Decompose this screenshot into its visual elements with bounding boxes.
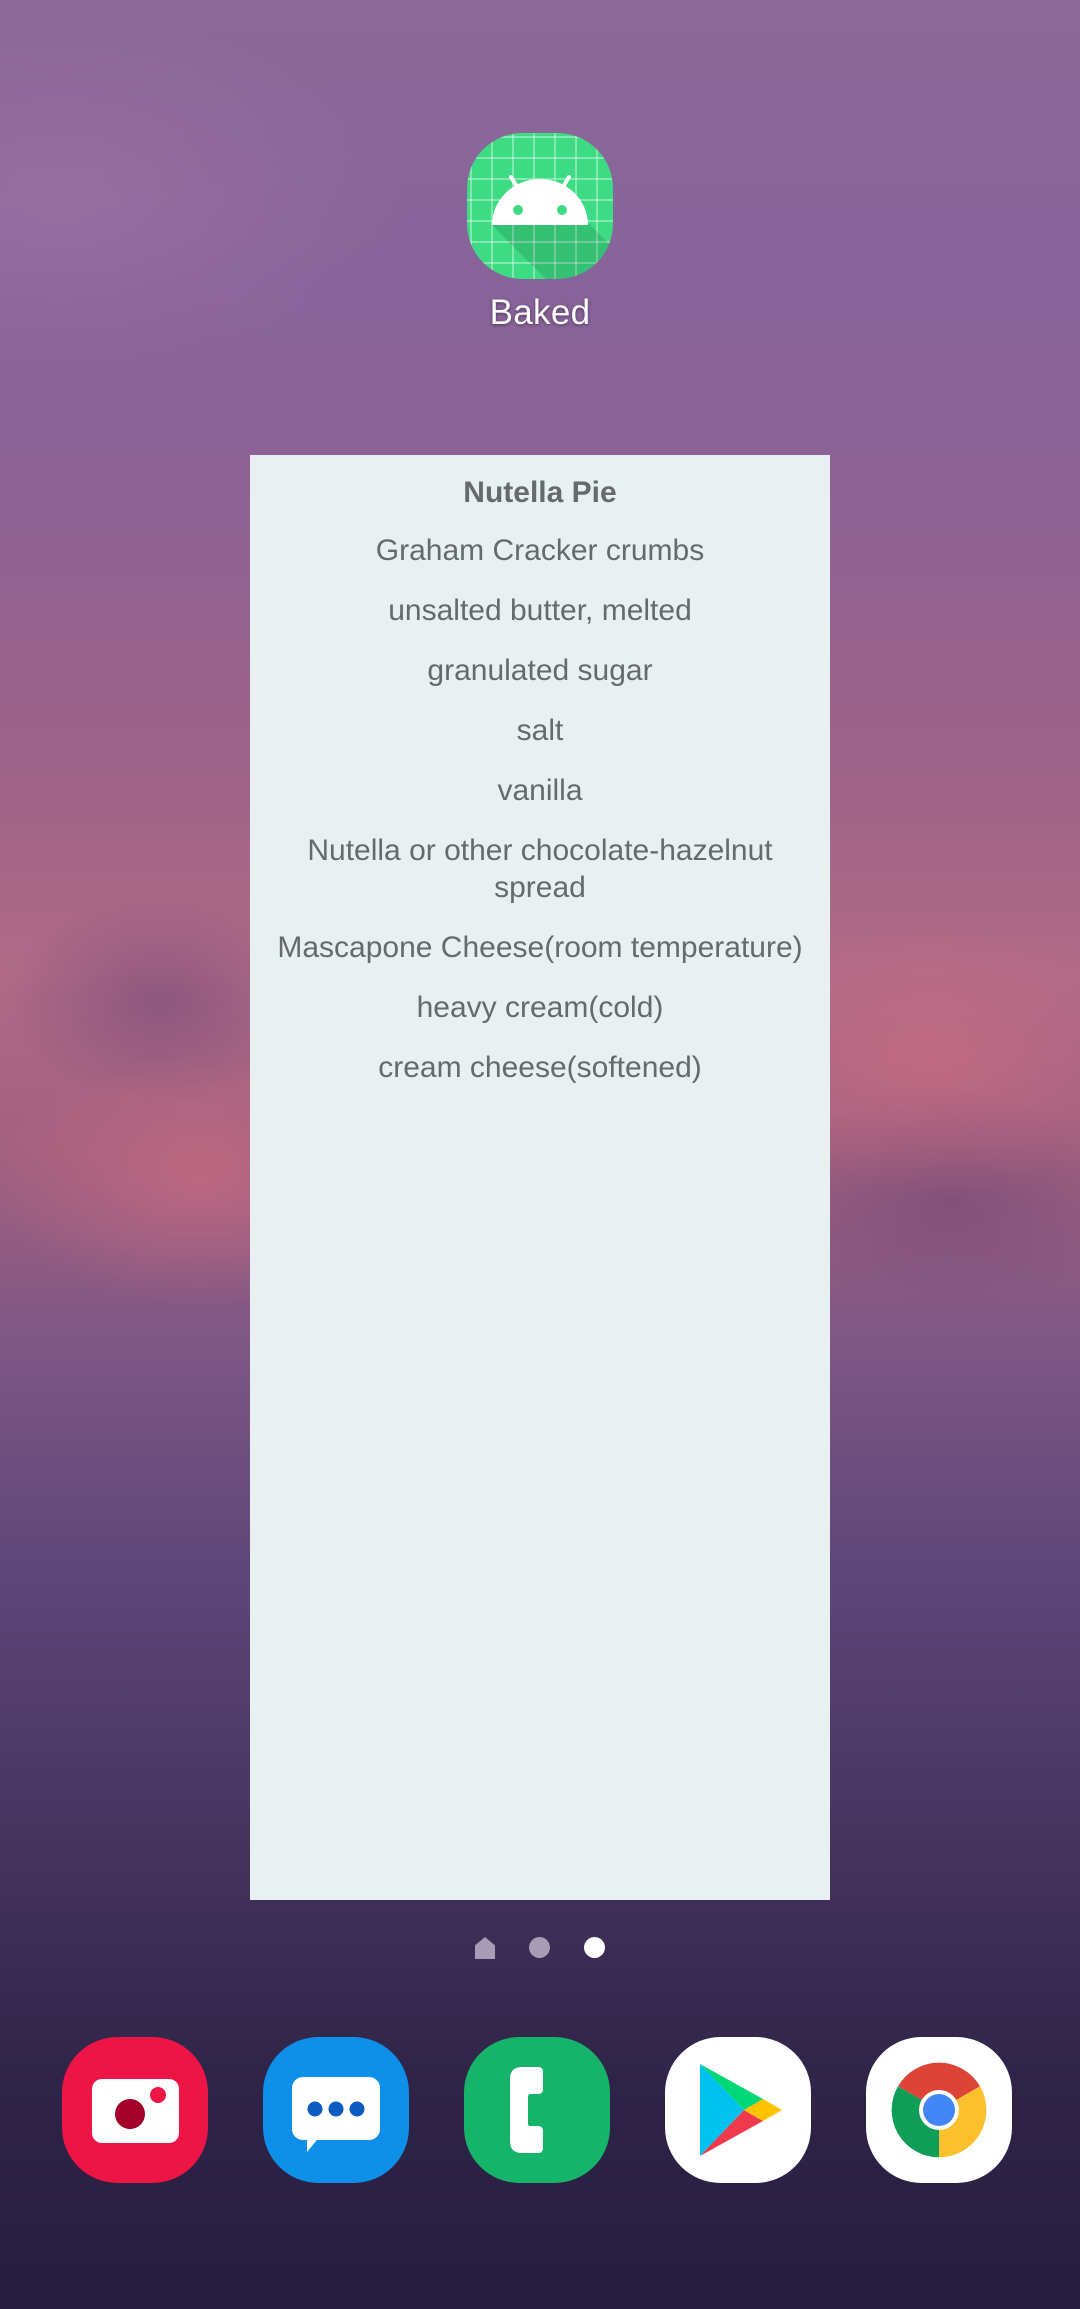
play-store-icon	[665, 2037, 811, 2183]
home-page-indicator-icon[interactable]	[475, 1937, 495, 1959]
page-indicator[interactable]	[0, 1932, 1080, 1962]
ingredient-list: Graham Cracker crumbs unsalted butter, m…	[250, 532, 830, 1086]
ingredient-item: unsalted butter, melted	[388, 594, 692, 627]
dock-app-chrome[interactable]	[866, 2037, 1012, 2183]
dock-app-play-store[interactable]	[665, 2037, 811, 2183]
camera-icon	[62, 2037, 208, 2183]
dock-app-phone[interactable]	[464, 2037, 610, 2183]
recipe-title: Nutella Pie	[463, 476, 617, 509]
android-icon[interactable]	[467, 133, 613, 279]
page-indicator-dot[interactable]	[529, 1936, 550, 1958]
app-shortcut-baked[interactable]: Baked	[466, 133, 614, 333]
ingredient-item: cream cheese(softened)	[378, 1051, 702, 1084]
ingredient-item: vanilla	[497, 774, 583, 807]
dock	[0, 2037, 1080, 2185]
dock-app-messages[interactable]	[263, 2037, 409, 2183]
phone-icon	[464, 2037, 610, 2183]
recipe-widget[interactable]: Nutella Pie Graham Cracker crumbs unsalt…	[250, 455, 830, 1900]
dock-app-camera[interactable]	[62, 2037, 208, 2183]
chrome-icon	[866, 2037, 1012, 2183]
ingredient-item: heavy cream(cold)	[416, 991, 664, 1024]
ingredient-item: Mascapone Cheese(room temperature)	[277, 931, 803, 964]
ingredient-item: Nutella or other chocolate-hazelnut spre…	[307, 834, 773, 904]
messages-icon	[263, 2037, 409, 2183]
ingredient-item: granulated sugar	[427, 654, 653, 687]
page-indicator-dot-active[interactable]	[584, 1936, 605, 1958]
ingredient-item: salt	[516, 714, 564, 747]
app-label: Baked	[489, 293, 591, 332]
ingredient-item: Graham Cracker crumbs	[375, 534, 705, 567]
